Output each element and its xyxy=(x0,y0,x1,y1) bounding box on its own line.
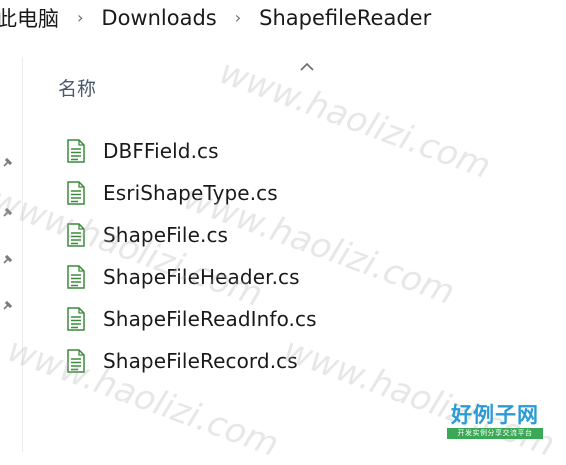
file-row[interactable]: ShapeFileReadInfo.cs xyxy=(66,298,317,340)
file-row[interactable]: ShapeFileRecord.cs xyxy=(66,340,317,382)
file-name[interactable]: ShapeFile.cs xyxy=(103,223,228,247)
pin-icon[interactable] xyxy=(1,157,13,169)
chevron-up-icon[interactable] xyxy=(298,60,316,74)
file-name[interactable]: EsriShapeType.cs xyxy=(103,181,278,205)
file-list: DBFField.cs EsriShapeType.cs ShapeFile.c… xyxy=(66,130,317,382)
pin-icon[interactable] xyxy=(1,254,13,266)
text-file-icon xyxy=(67,223,85,247)
site-logo: 好例子网 开发实例分享交流平台 xyxy=(447,402,543,446)
file-name[interactable]: ShapeFileReadInfo.cs xyxy=(103,307,317,331)
text-file-icon xyxy=(67,139,85,163)
text-file-icon xyxy=(67,265,85,289)
breadcrumb-item-this-pc[interactable]: 此电脑 xyxy=(0,3,59,33)
chevron-right-icon[interactable]: › xyxy=(77,10,83,26)
file-name[interactable]: ShapeFileHeader.cs xyxy=(103,265,300,289)
logo-subtitle: 开发实例分享交流平台 xyxy=(447,428,543,439)
column-header-name[interactable]: 名称 xyxy=(58,74,96,101)
file-row[interactable]: DBFField.cs xyxy=(66,130,317,172)
logo-title: 好例子网 xyxy=(451,402,539,427)
pin-icon[interactable] xyxy=(1,300,13,312)
file-row[interactable]: ShapeFileHeader.cs xyxy=(66,256,317,298)
breadcrumb-item-shapefilereader[interactable]: ShapefileReader xyxy=(259,6,431,30)
file-name[interactable]: ShapeFileRecord.cs xyxy=(103,349,298,373)
file-row[interactable]: EsriShapeType.cs xyxy=(66,172,317,214)
nav-pane-divider[interactable] xyxy=(22,57,23,452)
pin-icon[interactable] xyxy=(1,207,13,219)
file-name[interactable]: DBFField.cs xyxy=(103,139,219,163)
text-file-icon xyxy=(67,307,85,331)
file-row[interactable]: ShapeFile.cs xyxy=(66,214,317,256)
text-file-icon xyxy=(67,181,85,205)
breadcrumb-item-downloads[interactable]: Downloads xyxy=(101,6,216,30)
breadcrumb: 此电脑 › Downloads › ShapefileReader xyxy=(0,0,566,36)
chevron-right-icon[interactable]: › xyxy=(235,10,241,26)
text-file-icon xyxy=(67,349,85,373)
